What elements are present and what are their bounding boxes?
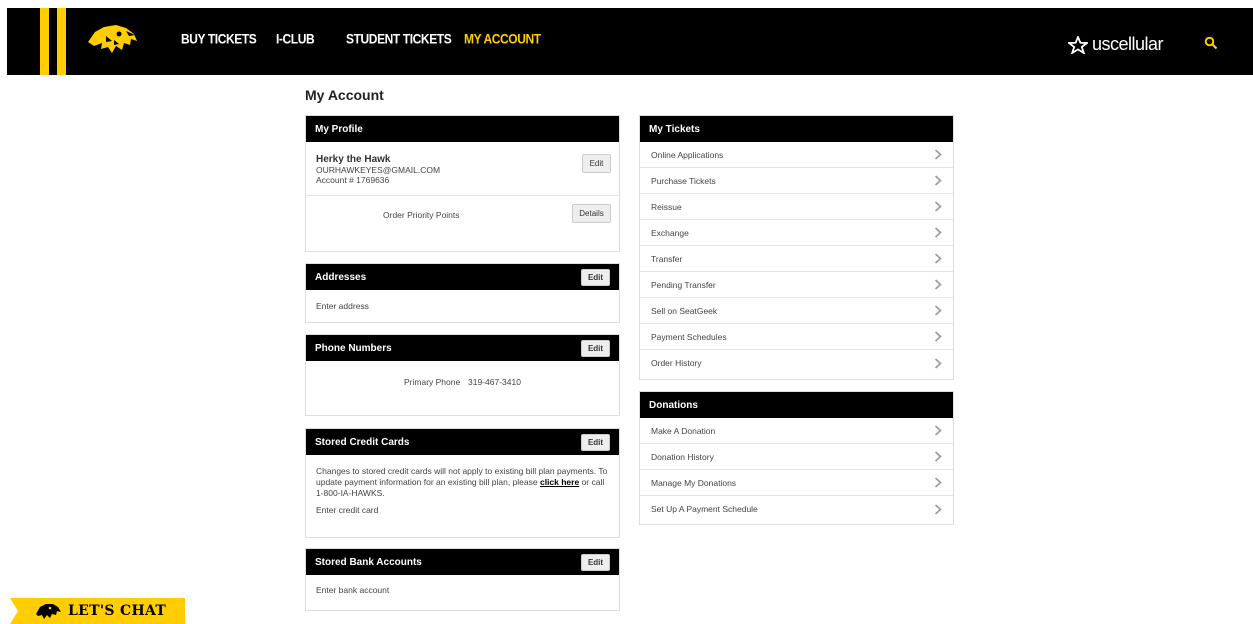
list-item-label: Exchange <box>651 227 689 238</box>
chevron-right-icon <box>934 175 942 186</box>
list-item[interactable]: Online Applications <box>640 142 953 168</box>
chevron-right-icon <box>934 331 942 342</box>
chat-label: LET'S CHAT <box>68 603 167 619</box>
click-here-link[interactable]: click here <box>540 477 579 487</box>
panel-header: Addresses Edit <box>306 264 619 290</box>
address-placeholder: Enter address <box>316 301 369 311</box>
chevron-right-icon <box>934 279 942 290</box>
page-title: My Account <box>305 87 384 103</box>
list-item-label: Reissue <box>651 201 682 212</box>
donations-panel: Donations Make A Donation Donation Histor… <box>639 391 954 525</box>
chevron-right-icon <box>934 227 942 238</box>
phone-numbers-panel: Phone Numbers Edit Primary Phone 319-467… <box>305 334 620 416</box>
my-tickets-panel: My Tickets Online Applications Purchase T… <box>639 115 954 380</box>
panel-title: My Tickets <box>649 123 700 135</box>
tickets-list: Online Applications Purchase Tickets Reiss… <box>640 142 953 376</box>
chevron-right-icon <box>934 503 942 515</box>
panel-header: Stored Bank Accounts Edit <box>306 549 619 575</box>
chevron-right-icon <box>934 253 942 264</box>
list-item-label: Pending Transfer <box>651 279 716 290</box>
list-item[interactable]: Pending Transfer <box>640 272 953 298</box>
priority-points-row: Order Priority Points Details <box>306 196 619 234</box>
uscellular-star-icon <box>1068 35 1088 54</box>
brand-text: uscellular <box>1092 34 1164 54</box>
donations-list: Make A Donation Donation History Manage My… <box>640 418 953 522</box>
chevron-right-icon <box>934 149 942 160</box>
credit-card-placeholder: Enter credit card <box>316 505 379 516</box>
list-item[interactable]: Manage My Donations <box>640 470 953 496</box>
primary-phone-label: Primary Phone <box>404 377 461 387</box>
nav-buy-tickets[interactable]: Buy Tickets <box>181 31 257 47</box>
nav-i-club[interactable]: I-Club <box>276 31 315 47</box>
list-item-label: Donation History <box>651 451 714 462</box>
panel-title: Stored Credit Cards <box>315 436 410 448</box>
chevron-right-icon <box>934 451 942 462</box>
bank-account-placeholder: Enter bank account <box>316 585 390 595</box>
edit-phones-button[interactable]: Edit <box>581 339 610 357</box>
addresses-panel: Addresses Edit Enter address <box>305 263 620 323</box>
list-item[interactable]: Payment Schedules <box>640 324 953 350</box>
chevron-right-icon <box>934 477 942 488</box>
list-item[interactable]: Reissue <box>640 194 953 220</box>
profile-info: Herky the Hawk OURHAWKEYES@GMAIL.COM Acc… <box>306 142 619 196</box>
edit-profile-button[interactable]: Edit <box>582 154 611 173</box>
edit-bank-accounts-button[interactable]: Edit <box>581 553 610 571</box>
top-nav-bar: Buy Tickets I-Club Student Tickets My Ac… <box>7 8 1253 75</box>
list-item[interactable]: Order History <box>640 350 953 376</box>
panel-title: Stored Bank Accounts <box>315 556 422 568</box>
edit-credit-cards-button[interactable]: Edit <box>581 433 610 451</box>
list-item-label: Order History <box>651 358 702 368</box>
list-item[interactable]: Purchase Tickets <box>640 168 953 194</box>
profile-name: Herky the Hawk <box>316 154 391 165</box>
bank-accounts-panel: Stored Bank Accounts Edit Enter bank acc… <box>305 548 620 611</box>
nav-student-tickets[interactable]: Student Tickets <box>346 31 452 47</box>
panel-header: Stored Credit Cards Edit <box>306 429 619 455</box>
list-item-label: Payment Schedules <box>651 331 727 342</box>
edit-addresses-button[interactable]: Edit <box>581 268 610 286</box>
panel-title: My Profile <box>315 123 363 135</box>
panel-title: Addresses <box>315 271 367 283</box>
nav-my-account[interactable]: My Account <box>464 31 541 47</box>
chevron-right-icon <box>934 305 942 316</box>
list-item[interactable]: Make A Donation <box>640 418 953 444</box>
panel-title: Donations <box>649 399 698 411</box>
lets-chat-button[interactable]: LET'S CHAT <box>0 598 185 624</box>
priority-details-button[interactable]: Details <box>572 204 611 223</box>
chevron-right-icon <box>934 357 942 369</box>
gold-stripe <box>40 8 49 75</box>
list-item[interactable]: Sell on SeatGeek <box>640 298 953 324</box>
panel-title: Phone Numbers <box>315 342 392 354</box>
uscellular-sponsor-logo[interactable]: uscellular <box>1068 34 1164 55</box>
list-item-label: Manage My Donations <box>651 477 737 488</box>
panel-header: Phone Numbers Edit <box>306 335 619 361</box>
list-item[interactable]: Donation History <box>640 444 953 470</box>
tigerhawk-logo-icon[interactable] <box>86 22 138 56</box>
profile-panel: My Profile Herky the Hawk OURHAWKEYES@GM… <box>305 115 620 252</box>
list-item-label: Make A Donation <box>651 425 716 436</box>
search-icon[interactable] <box>1204 36 1218 50</box>
profile-account-number: Account # 1769636 <box>316 175 390 185</box>
gold-stripe <box>57 8 66 75</box>
list-item-label: Online Applications <box>651 149 724 160</box>
list-item-label: Purchase Tickets <box>651 175 716 186</box>
primary-phone-value: 319-467-3410 <box>468 377 521 387</box>
list-item-label: Transfer <box>651 253 683 264</box>
panel-header: My Tickets <box>640 116 953 142</box>
panel-header: Donations <box>640 392 953 418</box>
credit-card-note: Changes to stored credit cards will not … <box>306 455 619 499</box>
chevron-right-icon <box>934 201 942 212</box>
credit-cards-panel: Stored Credit Cards Edit Changes to stor… <box>305 428 620 538</box>
list-item[interactable]: Set Up A Payment Schedule <box>640 496 953 522</box>
list-item-label: Set Up A Payment Schedule <box>651 504 758 514</box>
panel-header: My Profile <box>306 116 619 142</box>
priority-points-label: Order Priority Points <box>383 210 460 220</box>
list-item-label: Sell on SeatGeek <box>651 305 718 316</box>
chevron-right-icon <box>934 425 942 436</box>
list-item[interactable]: Exchange <box>640 220 953 246</box>
list-item[interactable]: Transfer <box>640 246 953 272</box>
profile-email: OURHAWKEYES@GMAIL.COM <box>316 165 441 175</box>
